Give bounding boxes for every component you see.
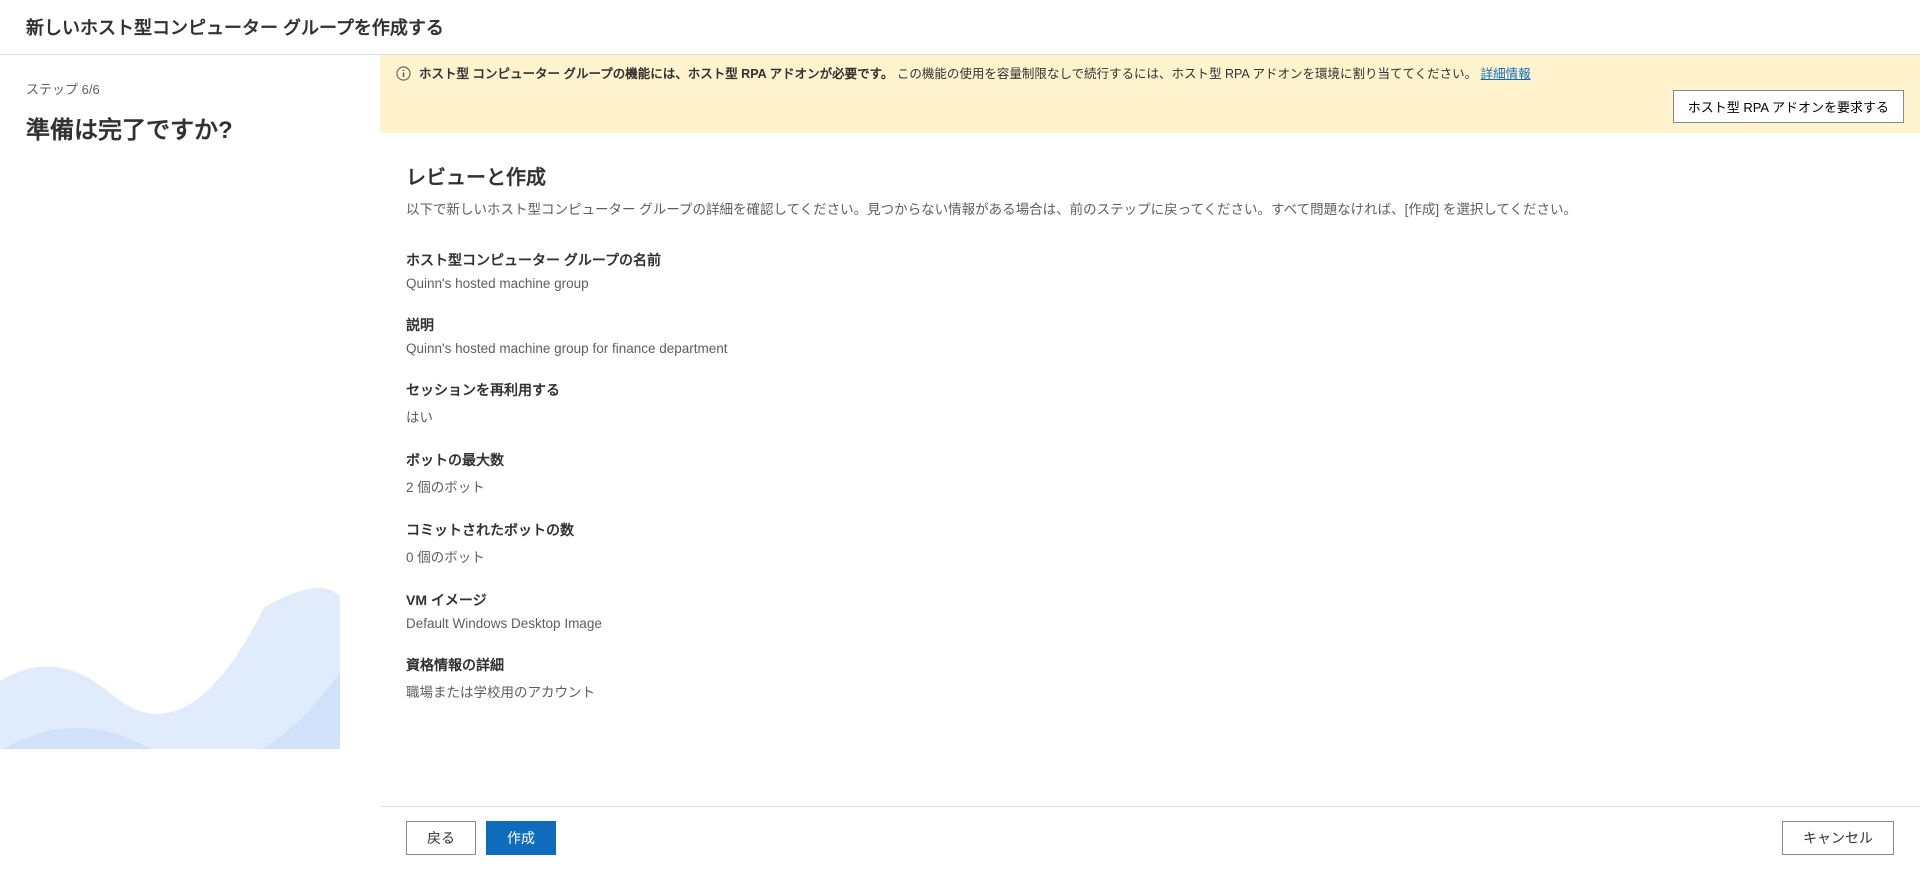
review-field: 資格情報の詳細職場または学校用のアカウント <box>406 655 1894 701</box>
review-field-value: 0 個のボット <box>406 546 1894 566</box>
notification-bold-text: ホスト型 コンピューター グループの機能には、ホスト型 RPA アドオンが必要で… <box>419 67 893 81</box>
review-field-value: Quinn's hosted machine group for finance… <box>406 341 1894 356</box>
review-field-value: 職場または学校用のアカウント <box>406 681 1894 701</box>
decorative-wave <box>0 499 340 749</box>
review-field-value: Default Windows Desktop Image <box>406 616 1894 631</box>
step-title: 準備は完了ですか? <box>26 110 354 145</box>
review-field: VM イメージ Default Windows Desktop Image <box>406 590 1894 631</box>
notification-body-text: この機能の使用を容量制限なしで続行するには、ホスト型 RPA アドオンを環境に割… <box>893 67 1480 81</box>
notification-bar: ホスト型 コンピューター グループの機能には、ホスト型 RPA アドオンが必要で… <box>380 55 1920 133</box>
notification-text: ホスト型 コンピューター グループの機能には、ホスト型 RPA アドオンが必要で… <box>419 65 1904 123</box>
review-field: ボットの最大数 2 個のボット <box>406 450 1894 496</box>
sidebar: ステップ 6/6 準備は完了ですか? <box>0 55 380 749</box>
review-field-label: 説明 <box>406 315 1894 335</box>
review-field-label: 資格情報の詳細 <box>406 655 1894 675</box>
review-field-value: Quinn's hosted machine group <box>406 276 1894 291</box>
main-description: 以下で新しいホスト型コンピューター グループの詳細を確認してください。見つからな… <box>406 200 1894 220</box>
request-addon-button[interactable]: ホスト型 RPA アドオンを要求する <box>1673 90 1904 123</box>
review-field: 説明 Quinn's hosted machine group for finan… <box>406 315 1894 356</box>
review-field-label: セッションを再利用する <box>406 380 1894 400</box>
notification-details-link[interactable]: 詳細情報 <box>1481 67 1531 81</box>
info-icon <box>396 66 411 84</box>
main-panel: レビューと作成 以下で新しいホスト型コンピューター グループの詳細を確認してくだ… <box>380 133 1920 745</box>
main-title: レビューと作成 <box>406 161 1894 190</box>
review-field-label: VM イメージ <box>406 590 1894 610</box>
review-field: セッションを再利用するはい <box>406 380 1894 426</box>
review-field: ホスト型コンピューター グループの名前 Quinn's hosted machin… <box>406 250 1894 291</box>
footer: 戻る 作成 キャンセル <box>380 806 1920 869</box>
page-title: 新しいホスト型コンピューター グループを作成する <box>26 14 1894 40</box>
create-button[interactable]: 作成 <box>486 821 556 855</box>
review-field-label: ボットの最大数 <box>406 450 1894 470</box>
review-field-value: はい <box>406 406 1894 426</box>
review-field-label: ホスト型コンピューター グループの名前 <box>406 250 1894 270</box>
back-button[interactable]: 戻る <box>406 821 476 855</box>
review-field: コミットされたボットの数 0 個のボット <box>406 520 1894 566</box>
review-field-label: コミットされたボットの数 <box>406 520 1894 540</box>
content-area: ホスト型 コンピューター グループの機能には、ホスト型 RPA アドオンが必要で… <box>380 55 1920 749</box>
review-field-value: 2 個のボット <box>406 476 1894 496</box>
page-header: 新しいホスト型コンピューター グループを作成する <box>0 0 1920 55</box>
cancel-button[interactable]: キャンセル <box>1782 821 1894 855</box>
step-indicator: ステップ 6/6 <box>26 79 354 98</box>
